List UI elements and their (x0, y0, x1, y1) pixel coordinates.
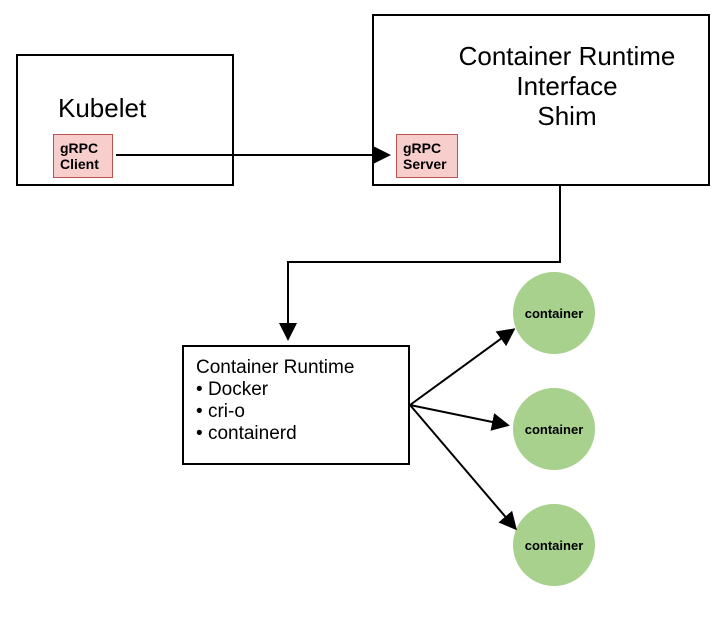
container-circle-3: container (513, 504, 595, 586)
runtime-title: Container Runtime (196, 357, 396, 379)
runtime-item-1: • Docker (196, 379, 396, 401)
grpc-client-badge: gRPC Client (53, 134, 113, 178)
container-circle-2: container (513, 388, 595, 470)
kubelet-title: Kubelet (58, 94, 146, 124)
runtime-item-3: • containerd (196, 423, 396, 445)
diagram-canvas: Kubelet gRPC Client Container Runtime In… (0, 0, 725, 640)
container-circle-1: container (513, 272, 595, 354)
edge-runtime-to-c2 (410, 405, 507, 425)
edge-runtime-to-c1 (410, 330, 513, 405)
cri-shim-title: Container Runtime Interface Shim (442, 42, 692, 132)
runtime-box: Container Runtime • Docker • cri-o • con… (182, 345, 410, 465)
edge-runtime-to-c3 (410, 405, 515, 528)
grpc-server-badge: gRPC Server (396, 134, 458, 178)
runtime-item-2: • cri-o (196, 401, 396, 423)
